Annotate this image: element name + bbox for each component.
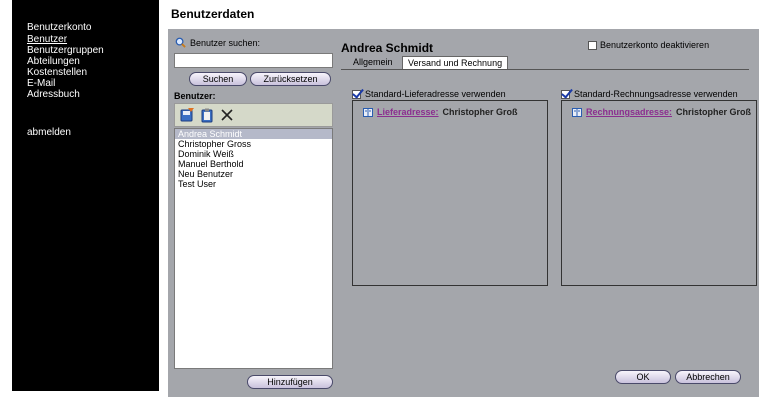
shipping-default-label: Standard-Lieferadresse verwenden xyxy=(365,89,506,99)
shipping-address-box: Lieferadresse: Christopher Groß xyxy=(352,100,548,286)
deactivate-checkbox[interactable] xyxy=(588,40,597,50)
address-book-icon xyxy=(572,107,582,117)
user-list-item[interactable]: Test User xyxy=(175,179,332,189)
sidebar-item-benutzerkonto[interactable]: Benutzerkonto xyxy=(27,22,92,33)
ok-button[interactable]: OK xyxy=(615,370,671,384)
search-button[interactable]: Suchen xyxy=(189,72,247,86)
delete-icon[interactable] xyxy=(219,107,235,123)
user-list-item[interactable]: Neu Benutzer xyxy=(175,169,332,179)
page-title: Benutzerdaten xyxy=(171,7,255,21)
main-panel: Benutzer suchen: Suchen Zurücksetzen Ben… xyxy=(168,29,759,397)
user-list-item[interactable]: Christopher Gross xyxy=(175,139,332,149)
billing-address-line: Rechnungsadresse: Christopher Groß xyxy=(572,107,751,117)
user-toolbar xyxy=(174,103,333,127)
tab-divider xyxy=(341,69,749,70)
user-list-item[interactable]: Manuel Berthold xyxy=(175,159,332,169)
sidebar-item-benutzergruppen[interactable]: Benutzergruppen xyxy=(27,45,104,56)
cancel-button[interactable]: Abbrechen xyxy=(675,370,741,384)
billing-address-link[interactable]: Rechnungsadresse: xyxy=(586,107,672,117)
shipping-default-checkbox[interactable] xyxy=(352,89,361,99)
sidebar: Benutzerkonto Benutzer Benutzergruppen A… xyxy=(12,0,159,391)
search-label: Benutzer suchen: xyxy=(190,37,261,48)
shipping-address-name: Christopher Groß xyxy=(442,107,518,117)
add-user-button[interactable]: Hinzufügen xyxy=(247,375,333,389)
shipping-default-row: Standard-Lieferadresse verwenden xyxy=(352,89,506,99)
sidebar-item-kostenstellen[interactable]: Kostenstellen xyxy=(27,67,87,78)
save-icon[interactable] xyxy=(179,107,195,123)
sidebar-item-adressbuch[interactable]: Adressbuch xyxy=(27,89,80,100)
address-book-icon xyxy=(363,107,373,117)
search-input[interactable] xyxy=(174,53,333,68)
clipboard-icon[interactable] xyxy=(199,107,215,123)
users-label: Benutzer: xyxy=(174,91,216,101)
search-icon xyxy=(175,37,186,48)
logout-link[interactable]: abmelden xyxy=(27,127,71,138)
reset-button[interactable]: Zurücksetzen xyxy=(250,72,331,86)
billing-default-row: Standard-Rechnungsadresse verwenden xyxy=(561,89,738,99)
tab-versand-und-rechnung[interactable]: Versand und Rechnung xyxy=(402,56,509,69)
deactivate-label: Benutzerkonto deaktivieren xyxy=(600,40,710,50)
tab-allgemein[interactable]: Allgemein xyxy=(348,56,398,69)
user-name-heading: Andrea Schmidt xyxy=(341,41,434,55)
search-label-row: Benutzer suchen: xyxy=(175,37,260,48)
user-list-item[interactable]: Dominik Weiß xyxy=(175,149,332,159)
sidebar-item-abteilungen[interactable]: Abteilungen xyxy=(27,56,80,67)
sidebar-item-email[interactable]: E-Mail xyxy=(27,78,55,89)
deactivate-row: Benutzerkonto deaktivieren xyxy=(588,40,709,50)
billing-address-name: Christopher Groß xyxy=(676,107,752,117)
billing-default-label: Standard-Rechnungsadresse verwenden xyxy=(574,89,738,99)
billing-default-checkbox[interactable] xyxy=(561,89,570,99)
shipping-address-line: Lieferadresse: Christopher Groß xyxy=(363,107,518,117)
sidebar-item-benutzer[interactable]: Benutzer xyxy=(27,34,67,45)
shipping-address-link[interactable]: Lieferadresse: xyxy=(377,107,439,117)
billing-address-box: Rechnungsadresse: Christopher Groß xyxy=(561,100,757,286)
user-list-item[interactable]: Andrea Schmidt xyxy=(175,129,332,139)
user-list: Andrea Schmidt Christopher Gross Dominik… xyxy=(174,128,333,369)
